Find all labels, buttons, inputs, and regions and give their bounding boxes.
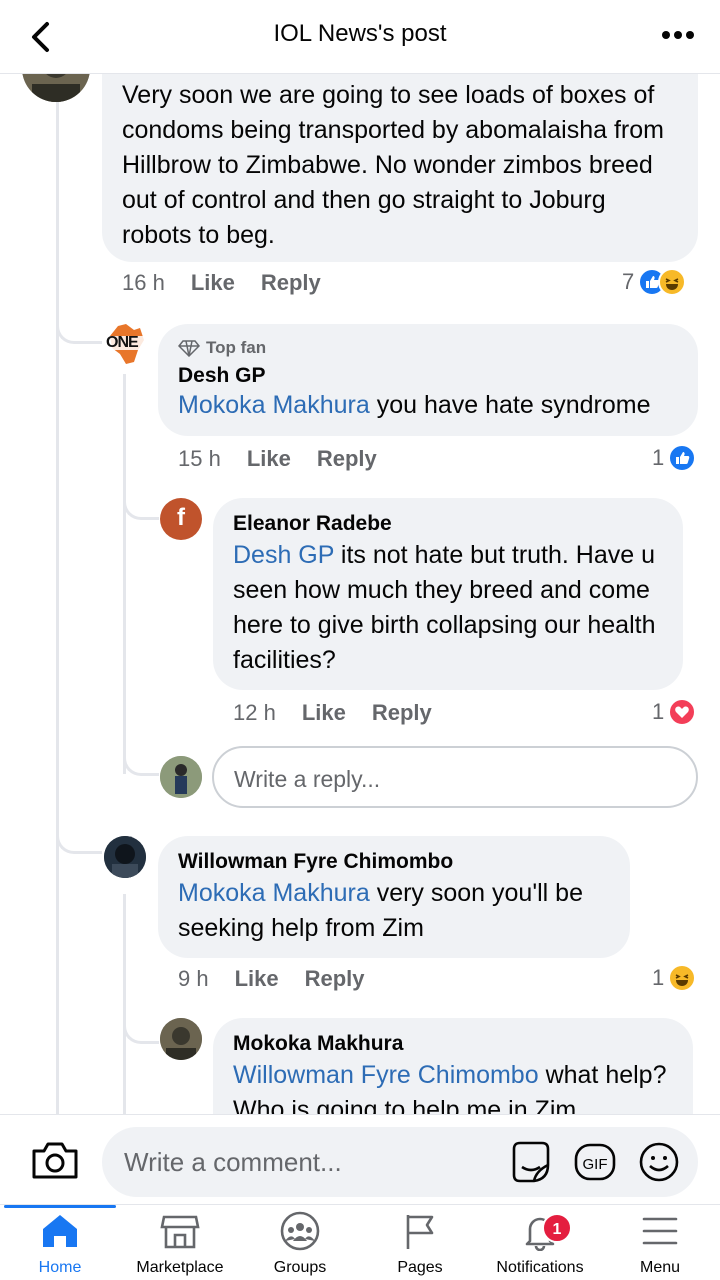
tab-notifications[interactable]: 1 Notifications (480, 1205, 600, 1280)
comment-text: Very soon we are going to see loads of b… (122, 81, 664, 249)
svg-text:GIF: GIF (583, 1156, 608, 1173)
more-options-icon[interactable] (658, 20, 698, 50)
top-fan-label: Top fan (206, 338, 267, 357)
reply-button[interactable]: Reply (317, 446, 377, 471)
reply-input[interactable]: Write a reply... (212, 746, 698, 808)
reply-button[interactable]: Reply (261, 270, 321, 295)
comment-actions: 16 h Like Reply (122, 270, 347, 296)
home-icon (43, 1215, 77, 1247)
thread-connector (123, 454, 159, 520)
tab-pages[interactable]: Pages (360, 1205, 480, 1280)
comment-placeholder: Write a comment... (124, 1147, 342, 1177)
comment-thread: Very soon we are going to see loads of b… (0, 74, 720, 1114)
groups-icon (280, 1211, 320, 1251)
reaction-count: 1 (652, 965, 665, 990)
tab-menu[interactable]: Menu (600, 1205, 720, 1280)
menu-icon (642, 1217, 678, 1245)
reaction-count: 1 (652, 699, 665, 724)
current-user-avatar (160, 756, 202, 798)
camera-icon[interactable] (30, 1139, 80, 1181)
comment-author[interactable]: Mokoka Makhura (233, 1032, 673, 1056)
reaction-summary[interactable]: 7 (622, 268, 687, 296)
comment-time: 16 h (122, 270, 165, 295)
tab-label: Marketplace (136, 1259, 224, 1276)
love-reaction-icon (668, 698, 697, 726)
mention-link[interactable]: Willowman Fyre Chimombo (233, 1061, 539, 1089)
mention-link[interactable]: Mokoka Makhura (178, 391, 370, 419)
tab-label: Home (38, 1259, 82, 1276)
pages-icon (406, 1215, 434, 1249)
comment-bubble[interactable]: Mokoka Makhura Willowman Fyre Chimombo w… (213, 1018, 693, 1114)
reaction-summary[interactable]: 1 (652, 444, 697, 472)
reaction-summary[interactable]: 1 (652, 964, 697, 992)
like-button[interactable]: Like (191, 270, 235, 295)
comment-bubble[interactable]: Willowman Fyre Chimombo Mokoka Makhura v… (158, 836, 630, 958)
comment-composer: Write a comment... GIF (0, 1114, 720, 1204)
emoji-icon[interactable] (636, 1139, 682, 1185)
comment-author[interactable]: Willowman Fyre Chimombo (178, 850, 610, 874)
comment-text: Mokoka Makhura very soon you'll be seeki… (178, 876, 610, 946)
avatar-logo-text: f (177, 504, 185, 531)
comment-text: Desh GP its not hate but truth. Have u s… (233, 538, 663, 678)
comment-text: Mokoka Makhura you have hate syndrome (178, 388, 678, 423)
avatar[interactable] (104, 836, 146, 878)
comment-bubble[interactable]: Very soon we are going to see loads of b… (102, 74, 698, 262)
bottom-tab-bar: Home Marketplace Groups Pages 1 Notifica… (0, 1204, 720, 1280)
reaction-summary[interactable]: 1 (652, 698, 697, 726)
comment-time: 9 h (178, 966, 209, 991)
comment-actions: 9 h Like Reply (178, 966, 391, 992)
avatar[interactable] (22, 74, 90, 102)
tab-label: Menu (639, 1259, 681, 1276)
like-button[interactable]: Like (235, 966, 279, 991)
comment-author[interactable]: Eleanor Radebe (233, 512, 663, 536)
page-title: IOL News's post (273, 20, 447, 47)
top-bar: IOL News's post (0, 0, 720, 74)
thread-connector (56, 774, 102, 854)
comment-actions: 15 h Like Reply (178, 446, 403, 472)
thread-connector (56, 274, 102, 344)
comment-author[interactable]: Desh GP (178, 364, 678, 388)
top-fan-badge: Top fan (178, 338, 678, 358)
sticker-icon[interactable] (508, 1139, 554, 1185)
tab-home[interactable]: Home (0, 1205, 120, 1280)
comment-bubble[interactable]: Top fan Desh GP Mokoka Makhura you have … (158, 324, 698, 436)
thread-connector (123, 984, 159, 1044)
like-button[interactable]: Like (247, 446, 291, 471)
reply-button[interactable]: Reply (372, 700, 432, 725)
avatar-logo-text: ONE (106, 334, 139, 351)
tab-label: Notifications (496, 1259, 584, 1276)
tab-groups[interactable]: Groups (240, 1205, 360, 1280)
reaction-count: 1 (652, 445, 665, 470)
avatar[interactable]: ONE (104, 322, 148, 366)
comment-body: you have hate syndrome (369, 391, 651, 419)
reply-button[interactable]: Reply (305, 966, 365, 991)
thread-connector (123, 714, 159, 776)
reaction-count: 7 (622, 269, 635, 294)
avatar[interactable]: f (160, 498, 202, 540)
haha-reaction-icon (658, 268, 687, 296)
diamond-icon (178, 340, 200, 357)
tab-label: Groups (273, 1259, 327, 1276)
comment-bubble[interactable]: Eleanor Radebe Desh GP its not hate but … (213, 498, 683, 690)
mention-link[interactable]: Mokoka Makhura (178, 879, 370, 907)
comment-input[interactable]: Write a comment... GIF (102, 1127, 698, 1197)
like-button[interactable]: Like (302, 700, 346, 725)
gif-icon[interactable]: GIF (572, 1139, 618, 1185)
thread-line (56, 74, 59, 1114)
comment-text: Willowman Fyre Chimombo what help? Who i… (233, 1058, 673, 1114)
comment-time: 12 h (233, 700, 276, 725)
like-reaction-icon (668, 444, 697, 472)
avatar[interactable] (160, 1018, 202, 1060)
tab-label: Pages (397, 1259, 443, 1276)
haha-reaction-icon (668, 964, 697, 992)
mention-link[interactable]: Desh GP (233, 541, 334, 569)
comment-actions: 12 h Like Reply (233, 700, 458, 726)
marketplace-icon (160, 1215, 200, 1249)
notification-badge: 1 (542, 1213, 572, 1243)
comment-time: 15 h (178, 446, 221, 471)
tab-marketplace[interactable]: Marketplace (120, 1205, 240, 1280)
